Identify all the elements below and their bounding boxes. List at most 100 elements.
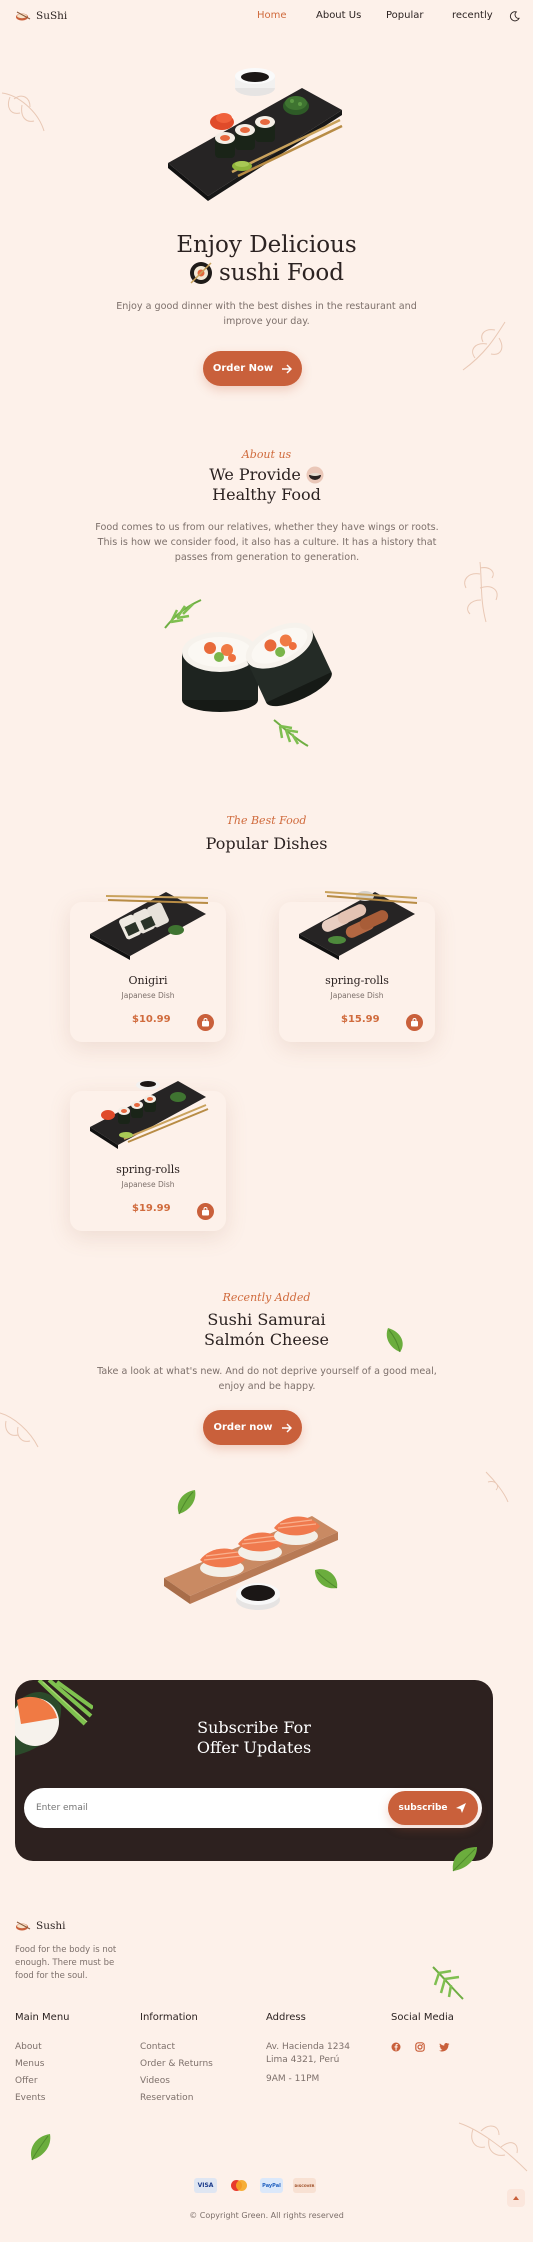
- about-title: We Provide Healthy Food: [0, 465, 533, 505]
- dish-subtitle: Japanese Dish: [121, 991, 175, 1000]
- dish-card[interactable]: Onigiri Japanese Dish $10.99: [70, 892, 226, 1042]
- bag-icon: [411, 1018, 418, 1027]
- sushi-roll-icon: [189, 262, 212, 284]
- opening-hours: 9AM - 11PM: [266, 2074, 320, 2084]
- nav-recently[interactable]: recently: [452, 10, 493, 21]
- facebook-icon[interactable]: [391, 2042, 401, 2052]
- brand-logo[interactable]: SuShi: [15, 10, 67, 22]
- recent-description: Take a look at what's new. And do not de…: [97, 1366, 437, 1392]
- footer-brand[interactable]: Sushi: [15, 1920, 65, 1932]
- leaf-icon: [432, 1966, 464, 2000]
- email-input[interactable]: [36, 1799, 336, 1817]
- footer-link-menus[interactable]: Menus: [15, 2059, 70, 2069]
- paypal-label: PayPal: [262, 2182, 281, 2189]
- hero-order-button[interactable]: Order Now: [203, 351, 302, 386]
- instagram-icon[interactable]: [415, 2042, 425, 2052]
- footer-column-main-menu: Main Menu About Menus Offer Events: [15, 2012, 70, 2103]
- footer-brand-name: Sushi: [36, 1920, 66, 1932]
- footer-link-about[interactable]: About: [15, 2042, 70, 2052]
- dish-name: Onigiri: [128, 974, 168, 987]
- moon-icon[interactable]: [509, 11, 520, 22]
- address-line: Lima 4321, Perú: [266, 2055, 340, 2065]
- leaf-outline-decoration: [462, 321, 506, 371]
- dish-card[interactable]: spring-rolls Japanese Dish $15.99: [279, 891, 435, 1042]
- popular-kicker: The Best Food: [226, 814, 307, 827]
- visa-card-icon: VISA: [194, 2178, 217, 2193]
- brand-name: SuShi: [36, 10, 68, 22]
- hero-sushi-platter-image: [168, 68, 343, 201]
- hero-title-line2: sushi Food: [218, 260, 345, 286]
- dish-card[interactable]: spring-rolls Japanese Dish $19.99: [70, 1080, 226, 1231]
- recent-salmon-nigiri-image: [164, 1516, 338, 1610]
- hero-title-line1: Enjoy Delicious: [176, 232, 357, 258]
- footer-column-title: Address: [266, 2012, 306, 2023]
- about-description: Food comes to us from our relatives, whe…: [95, 522, 439, 563]
- leaf-outline-decoration: [0, 1412, 39, 1448]
- nav-home[interactable]: Home: [257, 10, 287, 21]
- bowl-icon: [306, 466, 324, 484]
- footer-column-title: Main Menu: [15, 2012, 70, 2023]
- footer-link-events[interactable]: Events: [15, 2093, 70, 2103]
- subscribe-label: subscribe: [398, 1803, 448, 1813]
- hero-title: Enjoy Delicious sushi Food: [0, 231, 533, 287]
- twitter-icon[interactable]: [439, 2042, 450, 2052]
- recent-title-line1: Sushi Samurai: [207, 1310, 326, 1329]
- footer-tagline: Food for the body is not enough. There m…: [15, 1945, 117, 1981]
- dish-name: spring-rolls: [325, 974, 389, 987]
- leaf-icon: [273, 719, 309, 747]
- dish-subtitle: Japanese Dish: [121, 1180, 175, 1189]
- leaf-icon: [315, 1569, 338, 1589]
- recent-order-label: Order now: [213, 1422, 273, 1433]
- leaf-outline-decoration: [464, 561, 498, 623]
- about-sushi-rolls-image: [182, 622, 332, 712]
- footer-column-social: Social Media: [391, 2012, 454, 2052]
- mastercard-icon: [227, 2178, 250, 2193]
- subscribe-section: Subscribe For Offer Updates subscribe: [15, 1680, 493, 1861]
- add-to-cart-button[interactable]: [406, 1014, 423, 1031]
- recent-title: Sushi Samurai Salmón Cheese: [0, 1310, 533, 1350]
- about-title-line1: We Provide: [209, 465, 301, 484]
- subscribe-form: subscribe: [24, 1788, 482, 1828]
- copyright: © Copyright Green. All rights reserved: [189, 2211, 344, 2220]
- subscribe-title: Subscribe For Offer Updates: [15, 1718, 493, 1758]
- scroll-up-button[interactable]: [507, 2189, 525, 2207]
- recent-kicker: Recently Added: [222, 1291, 311, 1304]
- footer-link-offer[interactable]: Offer: [15, 2076, 70, 2086]
- arrow-right-icon: [281, 1422, 292, 1433]
- sushi-logo-icon: [16, 1921, 31, 1931]
- popular-title: Popular Dishes: [205, 834, 328, 853]
- dish-price: $19.99: [132, 1203, 171, 1214]
- leaf-icon: [386, 1328, 403, 1353]
- add-to-cart-button[interactable]: [197, 1203, 214, 1220]
- hero-description: Enjoy a good dinner with the best dishes…: [116, 301, 417, 327]
- address-line: Av. Hacienda 1234: [266, 2042, 350, 2052]
- footer-column-information: Information Contact Order & Returns Vide…: [140, 2012, 213, 2103]
- dish-price: $10.99: [132, 1014, 171, 1025]
- arrow-right-icon: [282, 363, 293, 374]
- footer-link-contact[interactable]: Contact: [140, 2042, 213, 2052]
- recent-order-button[interactable]: Order now: [203, 1410, 302, 1445]
- nav-about-us[interactable]: About Us: [316, 10, 361, 21]
- leaf-outline-decoration: [1, 92, 45, 132]
- dish-image-onigiri: [90, 892, 209, 960]
- leaf-icon: [452, 1847, 477, 1872]
- footer-link-order-returns[interactable]: Order & Returns: [140, 2059, 213, 2069]
- leaf-outline-decoration: [485, 1471, 509, 1503]
- footer-link-videos[interactable]: Videos: [140, 2076, 213, 2086]
- about-title-line2: Healthy Food: [212, 485, 321, 504]
- dish-name: spring-rolls: [116, 1163, 180, 1176]
- arrow-up-icon: [513, 2196, 519, 2200]
- about-kicker: About us: [241, 448, 292, 461]
- footer-column-title: Information: [140, 2012, 198, 2023]
- dish-price: $15.99: [341, 1014, 380, 1025]
- add-to-cart-button[interactable]: [197, 1014, 214, 1031]
- leaf-outline-decoration: [458, 2122, 528, 2172]
- subscribe-button[interactable]: subscribe: [388, 1791, 478, 1825]
- send-icon: [456, 1803, 467, 1813]
- footer-link-reservation[interactable]: Reservation: [140, 2093, 213, 2103]
- bag-icon: [202, 1018, 209, 1027]
- footer-column-address: Address Av. Hacienda 1234 Lima 4321, Per…: [266, 2012, 350, 2084]
- nav-popular[interactable]: Popular: [386, 10, 424, 21]
- recent-title-line2: Salmón Cheese: [204, 1330, 329, 1349]
- dish-subtitle: Japanese Dish: [330, 991, 384, 1000]
